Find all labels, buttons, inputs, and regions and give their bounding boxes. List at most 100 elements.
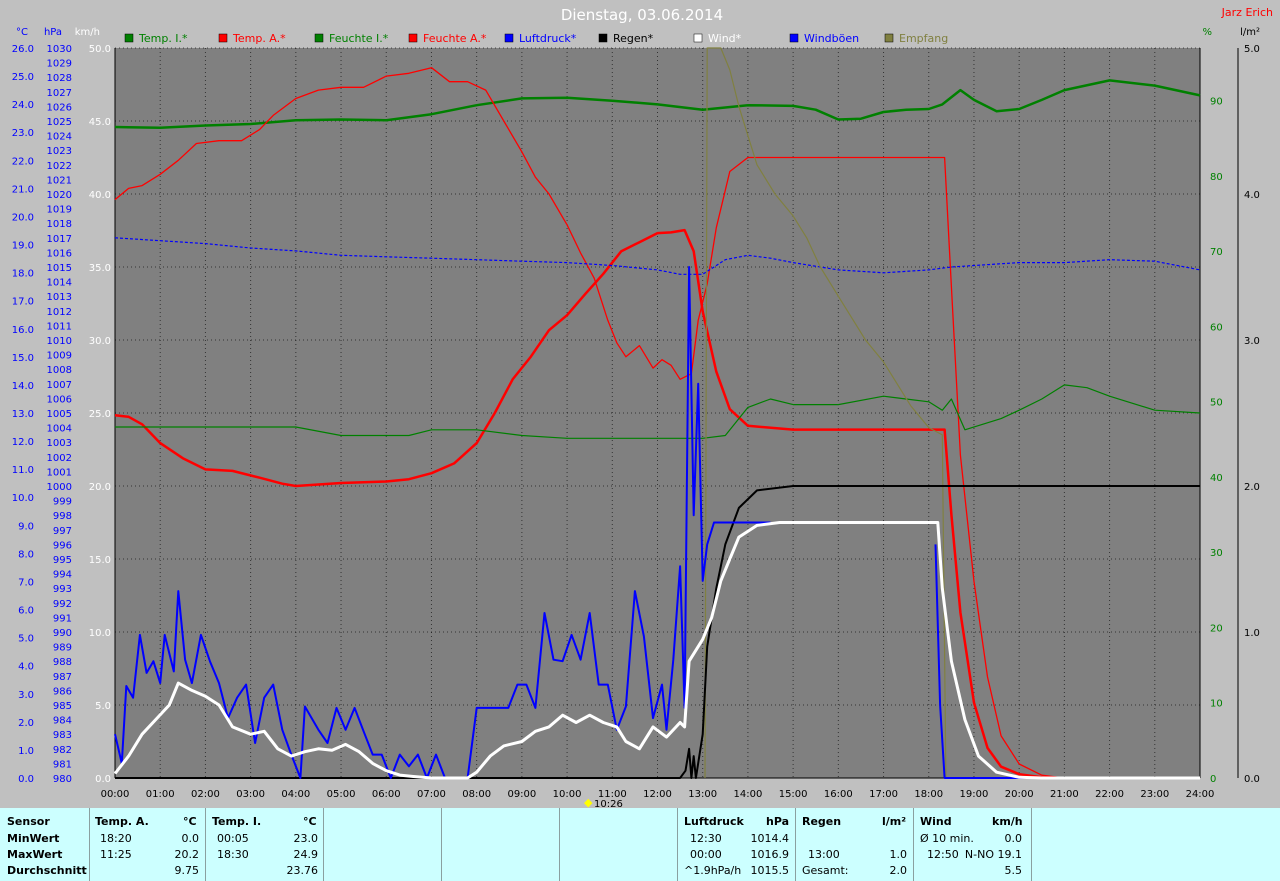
- pressure-tick-label: 1012: [47, 307, 72, 318]
- pressure-tick-label: 1021: [47, 175, 72, 186]
- legend-label: Regen*: [613, 32, 654, 45]
- pressure-tick-label: 1005: [47, 409, 72, 420]
- pressure-tick-label: 991: [53, 613, 72, 624]
- pressure-tick-label: 980: [53, 774, 72, 785]
- separator: [89, 808, 90, 881]
- wind-max-time: 12:50: [927, 848, 959, 861]
- temp-tick-label: 2.0: [18, 718, 34, 729]
- x-tick-label: 24:00: [1186, 789, 1215, 800]
- x-tick-label: 04:00: [281, 789, 310, 800]
- wind-tick-label: 30.0: [89, 336, 111, 347]
- temp-tick-label: 5.0: [18, 634, 34, 645]
- temp-tick-label: 1.0: [18, 746, 34, 757]
- rain-total-value: 2.0: [889, 864, 908, 877]
- wind-unit: km/h: [992, 815, 1023, 828]
- pressure-tick-label: 983: [53, 730, 72, 741]
- maxwert-label: MaxWert: [7, 848, 63, 861]
- pressure-tick-label: 1029: [47, 59, 72, 70]
- pressure-max-time: 00:00: [690, 848, 722, 861]
- temp-tick-label: 14.0: [12, 381, 34, 392]
- pressure-tick-label: 1003: [47, 438, 72, 449]
- pressure-tick-label: 999: [53, 497, 72, 508]
- rain-tick-label: 5.0: [1244, 44, 1260, 55]
- temp-tick-label: 22.0: [12, 156, 34, 167]
- temp-tick-label: 6.0: [18, 606, 34, 617]
- sensor-header: Sensor: [7, 815, 50, 828]
- chart-title: Dienstag, 03.06.2014: [561, 6, 723, 24]
- temp-i-min-value: 23.0: [293, 832, 319, 845]
- temp-tick-label: 24.0: [12, 100, 34, 111]
- pressure-tick-label: 1010: [47, 336, 72, 347]
- wind-avg-label: Ø 10 min.: [920, 832, 974, 845]
- x-tick-label: 10:00: [553, 789, 582, 800]
- temp-tick-label: 11.0: [12, 465, 34, 476]
- pressure-tick-label: 989: [53, 643, 72, 654]
- wind-tick-label: 40.0: [89, 190, 111, 201]
- temp-a-max-time: 11:25: [100, 848, 132, 861]
- temp-tick-label: 25.0: [12, 72, 34, 83]
- wind-tick-label: 50.0: [89, 44, 111, 55]
- temp-i-min-time: 00:05: [217, 832, 249, 845]
- pressure-average: 1015.5: [750, 864, 790, 877]
- pressure-tick-label: 1000: [47, 482, 72, 493]
- x-tick-label: 21:00: [1050, 789, 1079, 800]
- pressure-tick-label: 1027: [47, 88, 72, 99]
- pressure-tick-label: 1023: [47, 146, 72, 157]
- legend-swatch: [598, 33, 608, 43]
- temp-tick-label: 10.0: [12, 493, 34, 504]
- temp-i-max-value: 24.9: [293, 848, 319, 861]
- x-tick-label: 05:00: [327, 789, 356, 800]
- wind-tick-label: 10.0: [89, 628, 111, 639]
- pressure-min-value: 1014.4: [750, 832, 790, 845]
- pressure-tick-label: 1017: [47, 234, 72, 245]
- pressure-unit: hPa: [766, 815, 790, 828]
- x-tick-label: 09:00: [507, 789, 536, 800]
- wind-tick-label: 20.0: [89, 482, 111, 493]
- rain-total-label: Gesamt:: [802, 864, 849, 877]
- pressure-tick-label: 1013: [47, 292, 72, 303]
- pressure-tick-label: 997: [53, 526, 72, 537]
- pressure-tick-label: 1008: [47, 365, 72, 376]
- separator: [795, 808, 796, 881]
- pressure-tick-label: 998: [53, 511, 72, 522]
- pressure-tick-label: 1009: [47, 351, 72, 362]
- pressure-tick-label: 1022: [47, 161, 72, 172]
- separator: [205, 808, 206, 881]
- author-label: Jarz Erich: [1221, 6, 1273, 19]
- x-tick-label: 16:00: [824, 789, 853, 800]
- temp-tick-label: 13.0: [12, 409, 34, 420]
- legend-swatch: [124, 33, 134, 43]
- temp-tick-label: 4.0: [18, 662, 34, 673]
- pressure-tick-label: 1001: [47, 467, 72, 478]
- rain-axis-title: l/m²: [1240, 27, 1260, 38]
- pressure-tick-label: 1011: [47, 321, 72, 332]
- rain-tick-label: 3.0: [1244, 336, 1260, 347]
- wind-tick-label: 15.0: [89, 555, 111, 566]
- temp-i-unit: °C: [303, 815, 317, 828]
- wind-tick-label: 25.0: [89, 409, 111, 420]
- temp-tick-label: 19.0: [12, 241, 34, 252]
- wind-tick-label: 0.0: [95, 774, 111, 785]
- wind-header: Wind: [920, 815, 952, 828]
- pressure-tick-label: 1018: [47, 219, 72, 230]
- temp-tick-label: 16.0: [12, 325, 34, 336]
- pressure-tick-label: 987: [53, 672, 72, 683]
- legend-swatch: [218, 33, 228, 43]
- legend-swatch: [314, 33, 324, 43]
- temp-a-max-value: 20.2: [174, 848, 200, 861]
- wind-axis-title: km/h: [75, 27, 100, 38]
- legend-label: Temp. I.*: [138, 32, 188, 45]
- pressure-tick-label: 993: [53, 584, 72, 595]
- x-tick-label: 14:00: [734, 789, 763, 800]
- x-tick-label: 01:00: [146, 789, 175, 800]
- pressure-tick-label: 992: [53, 599, 72, 610]
- legend-swatch: [693, 33, 703, 43]
- pressure-tick-label: 986: [53, 686, 72, 697]
- statistics-panel: Sensor MinWert MaxWert Durchschnitt Temp…: [0, 808, 1280, 881]
- humidity-tick-label: 70: [1210, 247, 1223, 258]
- pressure-header: Luftdruck: [684, 815, 744, 828]
- legend: Temp. I.* Temp. A.* Feuchte I.* Feuchte A.*…: [124, 32, 948, 45]
- weather-chart: Dienstag, 03.06.2014 Jarz Erich Temp. I.…: [0, 0, 1280, 808]
- temp-i-max-time: 18:30: [217, 848, 249, 861]
- humidity-tick-label: 40: [1210, 473, 1223, 484]
